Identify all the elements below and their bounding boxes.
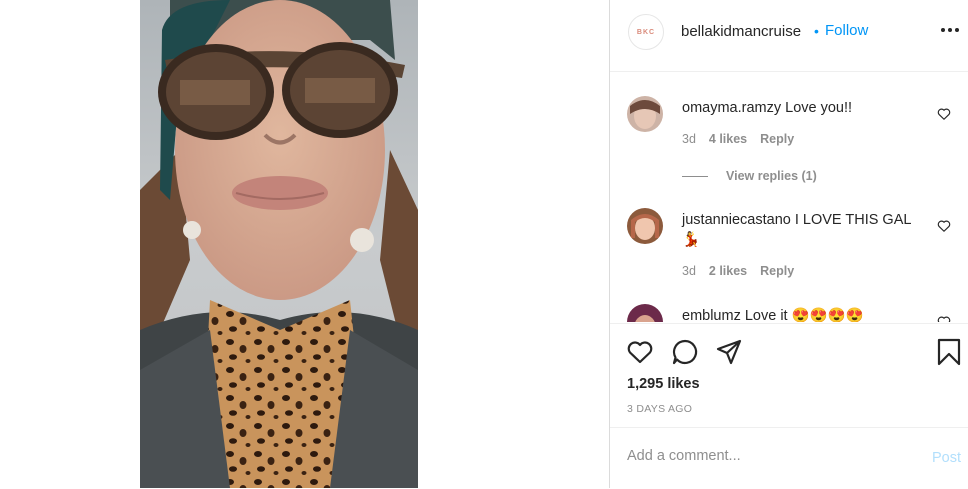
- share-icon[interactable]: [715, 338, 743, 366]
- author-username[interactable]: bellakidmancruise: [681, 23, 801, 40]
- comments-list[interactable]: omayma.ramzy Love you!! 3d 4 likes Reply V…: [610, 72, 968, 322]
- photo-pane: [0, 0, 609, 488]
- comment-input[interactable]: [627, 448, 907, 464]
- comment-meta: 3d 2 likes Reply: [682, 264, 807, 278]
- post-comment-button[interactable]: Post: [932, 450, 961, 466]
- commenter-username[interactable]: justanniecastano: [682, 212, 791, 228]
- comment-body: Love it 😍😍😍😍: [744, 308, 864, 322]
- view-replies-button[interactable]: View replies (1): [682, 169, 817, 183]
- comment-text: justanniecastano I LOVE THIS GAL 💃: [682, 210, 931, 250]
- author-avatar-logo-text: BKC: [636, 28, 656, 36]
- comment-icon[interactable]: [671, 338, 699, 366]
- post-actions: 1,295 likes 3 DAYS AGO: [610, 323, 968, 428]
- comment-like-icon[interactable]: [937, 219, 951, 233]
- comment-body: Love you!!: [785, 100, 853, 116]
- comment-like-icon[interactable]: [937, 107, 951, 121]
- more-icon[interactable]: [939, 22, 961, 38]
- comment-like-icon[interactable]: [937, 315, 951, 322]
- commenter-username[interactable]: omayma.ramzy: [682, 100, 781, 116]
- commenter-avatar[interactable]: [627, 208, 663, 244]
- reply-button[interactable]: Reply: [760, 264, 794, 278]
- heart-icon[interactable]: [626, 338, 654, 366]
- separator-dot: •: [814, 23, 819, 39]
- commenter-avatar[interactable]: [627, 304, 663, 322]
- comment-text: emblumz Love it 😍😍😍😍: [682, 306, 931, 322]
- comment-likes[interactable]: 4 likes: [709, 132, 747, 146]
- post-sidebar: BKC bellakidmancruise • Follow omayma.ra…: [609, 0, 968, 488]
- likes-count[interactable]: 1,295 likes: [627, 376, 700, 392]
- author-avatar[interactable]: BKC: [628, 14, 664, 50]
- commenter-username[interactable]: emblumz: [682, 308, 741, 322]
- comment-likes[interactable]: 2 likes: [709, 264, 747, 278]
- bookmark-icon[interactable]: [935, 338, 963, 366]
- comment-meta: 3d 4 likes Reply: [682, 132, 807, 146]
- view-replies-label: View replies (1): [726, 169, 817, 183]
- commenter-avatar[interactable]: [627, 96, 663, 132]
- post-header: BKC bellakidmancruise • Follow: [610, 0, 968, 72]
- reply-button[interactable]: Reply: [760, 132, 794, 146]
- post-photo[interactable]: [140, 0, 418, 488]
- follow-button[interactable]: Follow: [825, 22, 868, 39]
- comment-time[interactable]: 3d: [682, 264, 696, 278]
- post-timestamp[interactable]: 3 DAYS AGO: [627, 403, 692, 415]
- comment-text: omayma.ramzy Love you!!: [682, 98, 931, 118]
- comment-time[interactable]: 3d: [682, 132, 696, 146]
- replies-divider-line: [682, 175, 708, 177]
- add-comment-bar: Post: [610, 427, 968, 489]
